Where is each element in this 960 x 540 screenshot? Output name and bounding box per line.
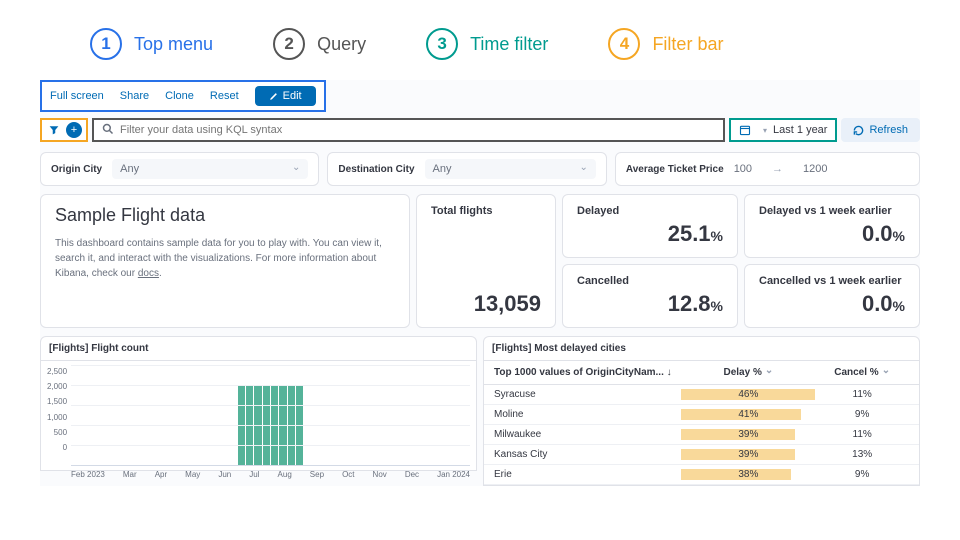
query-input-wrap: [92, 118, 725, 142]
query-bar: + Last 1 year Refresh: [40, 118, 920, 142]
refresh-button[interactable]: Refresh: [841, 118, 920, 142]
query-input[interactable]: [120, 124, 715, 136]
flight-count-panel: [Flights] Flight count 2,5002,0001,5001,…: [40, 336, 477, 486]
edit-button[interactable]: Edit: [255, 86, 316, 106]
add-filter-button[interactable]: +: [66, 122, 82, 138]
search-icon: [102, 123, 114, 138]
dashboard-app: Full screen Share Clone Reset Edit + Las…: [40, 80, 920, 486]
callout-top-menu: 1Top menu: [90, 28, 213, 60]
intro-panel: Sample Flight data This dashboard contai…: [40, 194, 410, 328]
controls-row: Origin City Any Destination City Any Ave…: [40, 152, 920, 186]
table-row[interactable]: Erie38%9%: [484, 465, 919, 485]
table-row[interactable]: Moline41%9%: [484, 405, 919, 425]
clone-button[interactable]: Clone: [165, 90, 194, 102]
pencil-icon: [269, 92, 278, 101]
table-row[interactable]: Kansas City39%13%: [484, 445, 919, 465]
filter-menu-button[interactable]: [46, 120, 62, 140]
callout-time-filter: 3Time filter: [426, 28, 548, 60]
cancelled-metric: Cancelled 12.8%: [562, 264, 738, 328]
callout-filter-bar: 4Filter bar: [608, 28, 723, 60]
top-menu: Full screen Share Clone Reset Edit: [40, 80, 326, 112]
full-screen-button[interactable]: Full screen: [50, 90, 104, 102]
callout-query: 2Query: [273, 28, 366, 60]
filter-bar: +: [40, 118, 88, 142]
docs-link[interactable]: docs: [138, 268, 159, 279]
chart-plot[interactable]: Feb 2023MarAprMayJunJulAugSepOctNovDecJa…: [71, 365, 470, 466]
origin-city-control[interactable]: Origin City Any: [40, 152, 319, 186]
sort-icon[interactable]: ↓: [667, 367, 672, 378]
avg-price-control[interactable]: Average Ticket Price 100 → 1200: [615, 152, 920, 186]
time-filter-label: Last 1 year: [773, 124, 827, 136]
delayed-cities-panel: [Flights] Most delayed cities Top 1000 v…: [483, 336, 920, 486]
share-button[interactable]: Share: [120, 90, 149, 102]
destination-city-control[interactable]: Destination City Any: [327, 152, 606, 186]
delayed-metric: Delayed 25.1%: [562, 194, 738, 258]
filter-icon: [49, 125, 59, 135]
page-title: Sample Flight data: [55, 205, 395, 226]
time-filter[interactable]: Last 1 year: [729, 118, 837, 142]
total-flights-metric: Total flights 13,059: [416, 194, 556, 328]
delayed-vs-metric: Delayed vs 1 week earlier 0.0%: [744, 194, 920, 258]
cancelled-vs-metric: Cancelled vs 1 week earlier 0.0%: [744, 264, 920, 328]
calendar-icon: [739, 124, 751, 136]
table-row[interactable]: Syracuse46%11%: [484, 385, 919, 405]
reset-button[interactable]: Reset: [210, 90, 239, 102]
chart-y-axis: 2,5002,0001,5001,0005000: [47, 365, 71, 466]
table-header: Top 1000 values of OriginCityNam... ↓ De…: [484, 361, 919, 385]
arrow-right-icon: →: [772, 163, 783, 175]
table-row[interactable]: Milwaukee39%11%: [484, 425, 919, 445]
refresh-icon: [853, 125, 864, 136]
